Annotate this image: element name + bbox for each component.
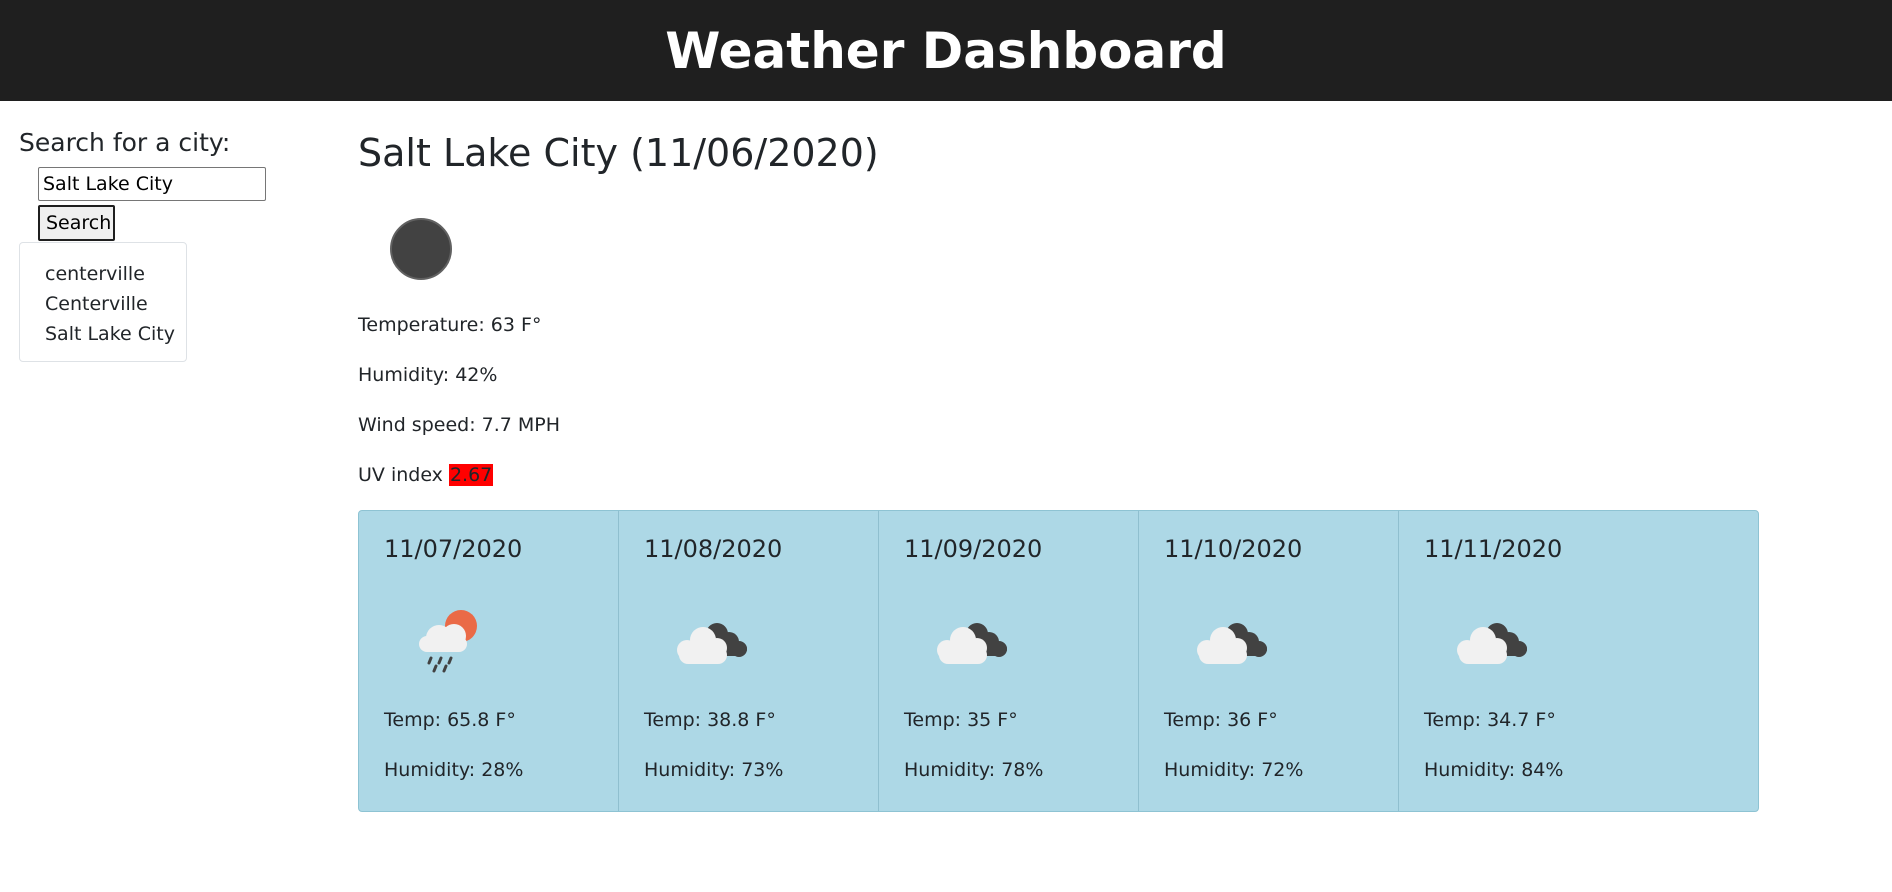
history-item[interactable]: Salt Lake City: [45, 319, 186, 349]
search-sidebar: Search for a city: Search centerville Ce…: [19, 125, 319, 362]
search-input[interactable]: [38, 167, 266, 201]
history-item[interactable]: centerville: [45, 259, 186, 289]
forecast-card: 11/08/2020 Temp: 38.8 F° Humidity: 73%: [619, 511, 879, 811]
history-item[interactable]: Centerville: [45, 289, 186, 319]
forecast-card: 11/10/2020 Temp: 36 F° Humidity: 72%: [1139, 511, 1399, 811]
current-weather-panel: Salt Lake City (11/06/2020) Temperature:…: [358, 125, 1759, 812]
forecast-temp: Temp: 35 F°: [904, 709, 1018, 731]
forecast-temp: Temp: 65.8 F°: [384, 709, 516, 731]
forecast-card: 11/11/2020 Temp: 34.7 F° Humidity: 84%: [1399, 511, 1758, 811]
cloudy-icon: [937, 623, 1007, 664]
dark-circle-icon: [390, 218, 452, 280]
forecast-temp: Temp: 36 F°: [1164, 709, 1278, 731]
humidity-text: Humidity: 42%: [358, 364, 498, 386]
forecast-date: 11/07/2020: [384, 535, 523, 563]
forecast-humidity: Humidity: 84%: [1424, 759, 1564, 781]
forecast-card: 11/09/2020 Temp: 35 F° Humidity: 78%: [879, 511, 1139, 811]
app-header: Weather Dashboard: [0, 0, 1892, 101]
forecast-temp: Temp: 38.8 F°: [644, 709, 776, 731]
forecast-date: 11/11/2020: [1424, 535, 1563, 563]
forecast-humidity: Humidity: 72%: [1164, 759, 1304, 781]
forecast-temp: Temp: 34.7 F°: [1424, 709, 1556, 731]
uv-index: UV index 2.67: [358, 462, 494, 488]
search-history-list: centerville Centerville Salt Lake City: [19, 242, 187, 362]
search-button[interactable]: Search: [38, 205, 115, 241]
forecast-humidity: Humidity: 78%: [904, 759, 1044, 781]
five-day-forecast: 11/07/2020 Temp: 65.8 F° Humidity: 28% 1…: [358, 510, 1759, 812]
sun-cloud-rain-icon: [419, 610, 477, 673]
wind-speed-text: Wind speed: 7.7 MPH: [358, 414, 561, 436]
forecast-humidity: Humidity: 73%: [644, 759, 784, 781]
forecast-date: 11/10/2020: [1164, 535, 1303, 563]
page-title: Weather Dashboard: [665, 21, 1227, 80]
forecast-humidity: Humidity: 28%: [384, 759, 524, 781]
city-title: Salt Lake City (11/06/2020): [358, 131, 879, 175]
search-label: Search for a city:: [19, 128, 231, 157]
temperature-text: Temperature: 63 F°: [358, 314, 542, 336]
forecast-card: 11/07/2020 Temp: 65.8 F° Humidity: 28%: [359, 511, 619, 811]
cloudy-icon: [1457, 623, 1527, 664]
forecast-date: 11/09/2020: [904, 535, 1043, 563]
uv-index-label: UV index: [358, 464, 449, 486]
uv-index-value: 2.67: [448, 464, 494, 486]
cloudy-icon: [1197, 623, 1267, 664]
cloudy-icon: [677, 623, 747, 664]
forecast-date: 11/08/2020: [644, 535, 783, 563]
